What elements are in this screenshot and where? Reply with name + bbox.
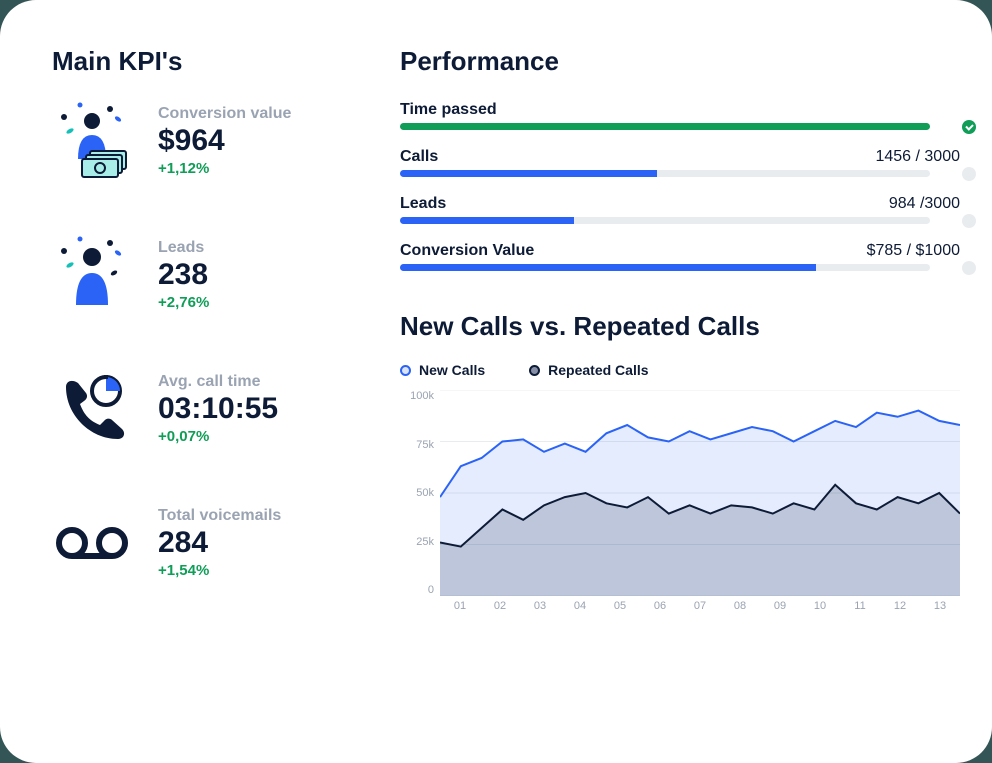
kpi-voicemails: Total voicemails 284 +1,54% (52, 503, 352, 583)
progress-fill (400, 264, 816, 271)
x-tick: 04 (560, 600, 600, 620)
perf-name: Conversion Value (400, 242, 534, 260)
performance-section: Performance Time passed Calls 1456 / 3000 L… (400, 46, 960, 271)
progress-track (400, 170, 930, 177)
progress-track (400, 217, 930, 224)
y-tick: 100k (400, 390, 434, 402)
x-tick: 03 (520, 600, 560, 620)
x-tick: 07 (680, 600, 720, 620)
perf-name: Time passed (400, 101, 497, 119)
kpi-value: 284 (158, 527, 281, 559)
x-tick: 11 (840, 600, 880, 620)
kpi-value: $964 (158, 125, 291, 157)
kpi-value: 238 (158, 259, 209, 291)
x-tick: 09 (760, 600, 800, 620)
y-tick: 25k (400, 536, 434, 548)
chart-box: 100k75k50k25k0 0102030405060708091011121… (400, 390, 960, 620)
y-tick: 50k (400, 487, 434, 499)
perf-value: 1456 / 3000 (875, 148, 960, 166)
person-leads-icon (52, 235, 132, 315)
chart-section: New Calls vs. Repeated Calls New Calls R… (400, 311, 960, 620)
legend-new-calls: New Calls (400, 362, 485, 378)
legend-label: New Calls (419, 362, 485, 378)
right-column: Performance Time passed Calls 1456 / 3000 L… (400, 46, 960, 727)
perf-row: Conversion Value $785 / $1000 (400, 242, 960, 271)
legend-swatch-new (400, 365, 411, 376)
x-tick: 08 (720, 600, 760, 620)
kpi-delta: +0,07% (158, 428, 278, 445)
kpi-delta: +2,76% (158, 294, 209, 311)
person-money-icon (52, 101, 132, 181)
legend-swatch-repeated (529, 365, 540, 376)
x-axis-ticks: 01020304050607080910111213 (440, 600, 960, 620)
legend-label: Repeated Calls (548, 362, 648, 378)
performance-title: Performance (400, 46, 960, 77)
target-dot-icon (962, 167, 976, 181)
kpi-delta: +1,12% (158, 160, 291, 177)
kpi-value: 03:10:55 (158, 393, 278, 425)
perf-name: Leads (400, 195, 446, 213)
chart-legend: New Calls Repeated Calls (400, 362, 960, 378)
dashboard-card: Main KPI's (0, 0, 992, 763)
kpi-label: Avg. call time (158, 373, 278, 391)
x-tick: 12 (880, 600, 920, 620)
perf-row: Time passed (400, 101, 960, 130)
perf-value: 984 /3000 (889, 195, 960, 213)
target-dot-icon (962, 214, 976, 228)
perf-name: Calls (400, 148, 438, 166)
kpi-delta: +1,54% (158, 562, 281, 579)
chart-svg (440, 390, 960, 596)
check-icon (962, 120, 976, 134)
phone-clock-icon (52, 369, 132, 449)
x-tick: 05 (600, 600, 640, 620)
y-tick: 75k (400, 439, 434, 451)
kpi-column: Main KPI's (52, 46, 352, 727)
kpi-leads: Leads 238 +2,76% (52, 235, 352, 315)
target-dot-icon (962, 261, 976, 275)
voicemail-icon (52, 503, 132, 583)
x-tick: 01 (440, 600, 480, 620)
progress-fill (400, 123, 930, 130)
kpi-conversion: Conversion value $964 +1,12% (52, 101, 352, 181)
y-axis-ticks: 100k 75k 50k 25k 0 (400, 390, 434, 596)
perf-value: $785 / $1000 (867, 242, 960, 260)
perf-row: Leads 984 /3000 (400, 195, 960, 224)
kpi-label: Leads (158, 239, 209, 257)
kpi-title: Main KPI's (52, 46, 352, 77)
progress-track (400, 123, 930, 130)
perf-row: Calls 1456 / 3000 (400, 148, 960, 177)
kpi-calltime: Avg. call time 03:10:55 +0,07% (52, 369, 352, 449)
legend-repeated-calls: Repeated Calls (529, 362, 648, 378)
x-tick: 13 (920, 600, 960, 620)
progress-track (400, 264, 930, 271)
kpi-label: Conversion value (158, 105, 291, 123)
kpi-label: Total voicemails (158, 507, 281, 525)
x-tick: 06 (640, 600, 680, 620)
y-tick: 0 (400, 584, 434, 596)
x-tick: 10 (800, 600, 840, 620)
chart-title: New Calls vs. Repeated Calls (400, 311, 960, 342)
x-tick: 02 (480, 600, 520, 620)
progress-fill (400, 217, 574, 224)
progress-fill (400, 170, 657, 177)
